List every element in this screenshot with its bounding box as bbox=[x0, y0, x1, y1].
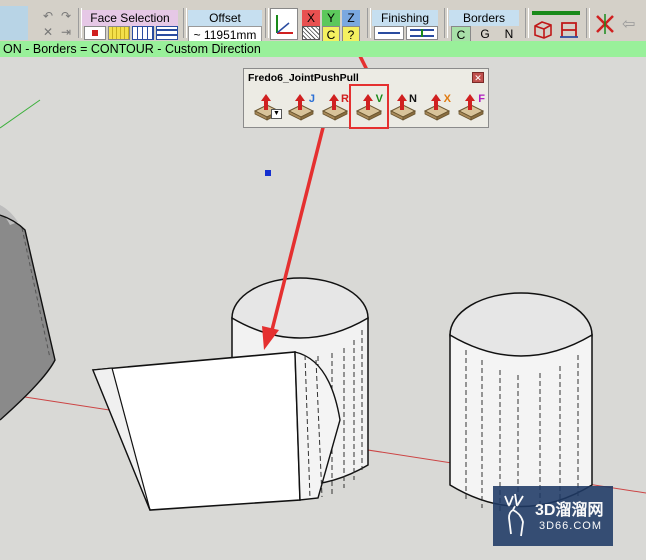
deer-logo-icon bbox=[504, 493, 524, 537]
delete-icon[interactable] bbox=[594, 12, 616, 36]
bar-icon bbox=[532, 11, 580, 15]
blue-marker bbox=[265, 170, 271, 176]
face-selection-grid-button[interactable] bbox=[132, 26, 154, 40]
offset-label: Offset bbox=[188, 10, 262, 26]
axis-y-button[interactable]: Y bbox=[322, 10, 340, 26]
separator bbox=[265, 8, 269, 38]
face-selection-label: Face Selection bbox=[82, 10, 178, 26]
undo-icon[interactable]: ↶ bbox=[40, 9, 56, 23]
separator bbox=[525, 8, 529, 38]
status-bar: ON - Borders = CONTOUR - Custom Directio… bbox=[0, 41, 646, 57]
cancel-icon[interactable]: ✕ bbox=[40, 25, 56, 39]
forward-icon[interactable]: ⇥ bbox=[58, 25, 74, 39]
pushpull-letter: X bbox=[443, 93, 451, 105]
borders-label: Borders bbox=[449, 10, 519, 26]
close-icon[interactable]: ✕ bbox=[472, 72, 484, 83]
separator bbox=[367, 8, 371, 38]
axis-pattern-button[interactable] bbox=[302, 26, 320, 40]
highlight-box bbox=[349, 84, 389, 129]
borders-g-button[interactable]: G bbox=[475, 26, 495, 42]
pushpull-n-button[interactable]: N bbox=[388, 91, 418, 121]
separator bbox=[183, 8, 187, 38]
pushpull-x-button[interactable]: X bbox=[422, 91, 452, 121]
axis-x-button[interactable]: X bbox=[302, 10, 320, 26]
top-toolbar: ↶ ↷ ✕ ⇥ Face Selection Offset ~ 11951mm … bbox=[0, 0, 646, 43]
separator bbox=[586, 8, 590, 38]
face-selection-surface-button[interactable] bbox=[108, 26, 130, 40]
offset-value-field[interactable]: ~ 11951mm bbox=[188, 26, 262, 42]
axis-custom-button[interactable]: ? bbox=[342, 26, 360, 42]
finishing-double-line-button[interactable] bbox=[406, 26, 438, 40]
dropdown-arrow-icon: ▼ bbox=[271, 109, 282, 119]
axis-z-button[interactable]: Z bbox=[342, 10, 360, 26]
pushpull-j-button[interactable]: J bbox=[286, 91, 316, 121]
finishing-label: Finishing bbox=[372, 10, 438, 26]
box-icon[interactable] bbox=[532, 18, 554, 40]
pushpull-f-button[interactable]: F bbox=[456, 91, 486, 121]
redo-icon[interactable]: ↷ bbox=[58, 9, 74, 23]
3d-viewport[interactable] bbox=[0, 57, 646, 560]
borders-n-button[interactable]: N bbox=[499, 26, 519, 42]
face-selection-list-button[interactable] bbox=[156, 26, 178, 40]
scene-svg bbox=[0, 57, 646, 516]
back-arrow-icon[interactable]: ⇦ bbox=[622, 14, 646, 34]
finishing-single-line-button[interactable] bbox=[374, 26, 404, 40]
plugin-title: Fredo6_JointPushPull bbox=[248, 72, 359, 84]
borders-c-button[interactable]: C bbox=[451, 26, 471, 42]
pushpull-letter: F bbox=[478, 93, 485, 105]
watermark-subtitle: 3D66.COM bbox=[539, 520, 603, 532]
axis-c-button[interactable]: C bbox=[322, 26, 340, 42]
pushpull-letter: N bbox=[409, 93, 417, 105]
face-selection-single-button[interactable] bbox=[84, 26, 106, 40]
toolbar-edge-panel bbox=[0, 6, 28, 40]
separator bbox=[444, 8, 448, 38]
pushpull-r-button[interactable]: R bbox=[320, 91, 350, 121]
watermark-title: 3D溜溜网 bbox=[535, 502, 604, 519]
direction-axis-button[interactable] bbox=[270, 8, 298, 40]
pushpull-letter: R bbox=[341, 93, 349, 105]
pushpull-letter: J bbox=[308, 93, 315, 105]
joint-pushpull-dropdown-button[interactable]: ▼ bbox=[252, 91, 282, 121]
left-cylinder-body bbox=[0, 215, 55, 420]
gate-icon[interactable] bbox=[558, 18, 580, 40]
watermark-logo: 3D溜溜网 3D66.COM bbox=[493, 486, 613, 546]
green-axis-line bbox=[0, 99, 41, 129]
